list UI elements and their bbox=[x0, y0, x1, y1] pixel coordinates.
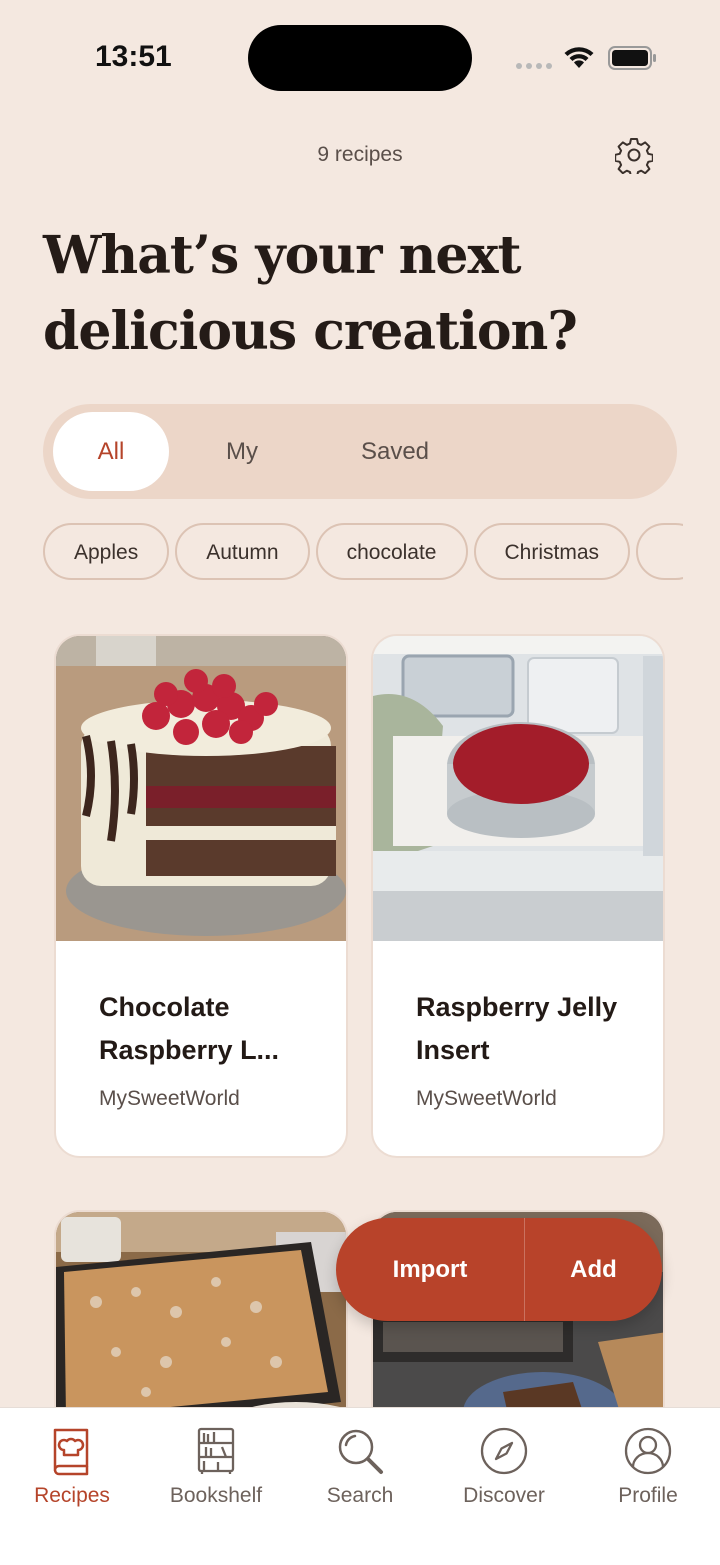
wifi-icon bbox=[564, 47, 594, 68]
recipe-card[interactable]: Chocolate Raspberry L... MySweetWorld bbox=[54, 634, 348, 1158]
bottom-tab-bar: Recipes Bookshelf Search Discover Profil… bbox=[0, 1407, 720, 1565]
chip-autumn[interactable]: Autumn bbox=[175, 523, 310, 580]
profile-icon bbox=[624, 1427, 672, 1475]
recipe-author: MySweetWorld bbox=[416, 1087, 557, 1110]
tab-label: Search bbox=[326, 1484, 394, 1507]
chip-apples[interactable]: Apples bbox=[43, 523, 170, 580]
segment-all[interactable]: All bbox=[53, 412, 169, 491]
battery-icon bbox=[608, 46, 656, 70]
recipe-title: Raspberry Jelly Insert bbox=[416, 992, 618, 1065]
tab-discover[interactable]: Discover bbox=[432, 1426, 576, 1508]
search-icon bbox=[338, 1429, 383, 1474]
tab-label: Discover bbox=[463, 1484, 545, 1507]
segment-my[interactable]: My bbox=[193, 412, 291, 491]
page-headline: What’s your next delicious creation? bbox=[43, 225, 578, 362]
chip-partial[interactable] bbox=[636, 523, 683, 580]
settings-gear-icon[interactable] bbox=[615, 136, 653, 174]
tab-label: Recipes bbox=[34, 1484, 110, 1507]
chip-christmas[interactable]: Christmas bbox=[473, 523, 631, 580]
chip-chocolate[interactable]: chocolate bbox=[315, 523, 468, 580]
tab-bookshelf[interactable]: Bookshelf bbox=[144, 1426, 288, 1508]
cellular-signal-icon bbox=[516, 63, 552, 69]
compass-icon bbox=[480, 1427, 528, 1475]
recipe-count: 9 recipes bbox=[317, 143, 403, 166]
tab-profile[interactable]: Profile bbox=[576, 1426, 720, 1508]
tab-recipes[interactable]: Recipes bbox=[0, 1426, 144, 1508]
tab-label: Profile bbox=[618, 1484, 678, 1507]
add-button[interactable]: Add bbox=[525, 1218, 662, 1321]
tab-label: Bookshelf bbox=[169, 1484, 263, 1507]
recipe-book-icon bbox=[53, 1428, 89, 1476]
import-button[interactable]: Import bbox=[336, 1218, 524, 1321]
bookshelf-icon bbox=[197, 1427, 235, 1474]
dynamic-island bbox=[248, 25, 472, 91]
status-time: 13:51 bbox=[95, 40, 172, 73]
recipe-photo-cake bbox=[56, 636, 346, 941]
recipe-card[interactable]: Raspberry Jelly Insert MySweetWorld bbox=[371, 634, 665, 1158]
recipe-photo-fridge bbox=[373, 636, 663, 941]
recipe-filter-segmented-control: All My Saved bbox=[43, 404, 677, 499]
segment-saved[interactable]: Saved bbox=[333, 412, 457, 491]
recipe-title: Chocolate Raspberry L... bbox=[99, 992, 280, 1065]
import-add-fab: Import Add bbox=[336, 1218, 662, 1321]
tag-chips-row[interactable]: Apples Autumn chocolate Christmas bbox=[43, 523, 683, 581]
recipe-author: MySweetWorld bbox=[99, 1087, 240, 1110]
tab-search[interactable]: Search bbox=[288, 1426, 432, 1508]
